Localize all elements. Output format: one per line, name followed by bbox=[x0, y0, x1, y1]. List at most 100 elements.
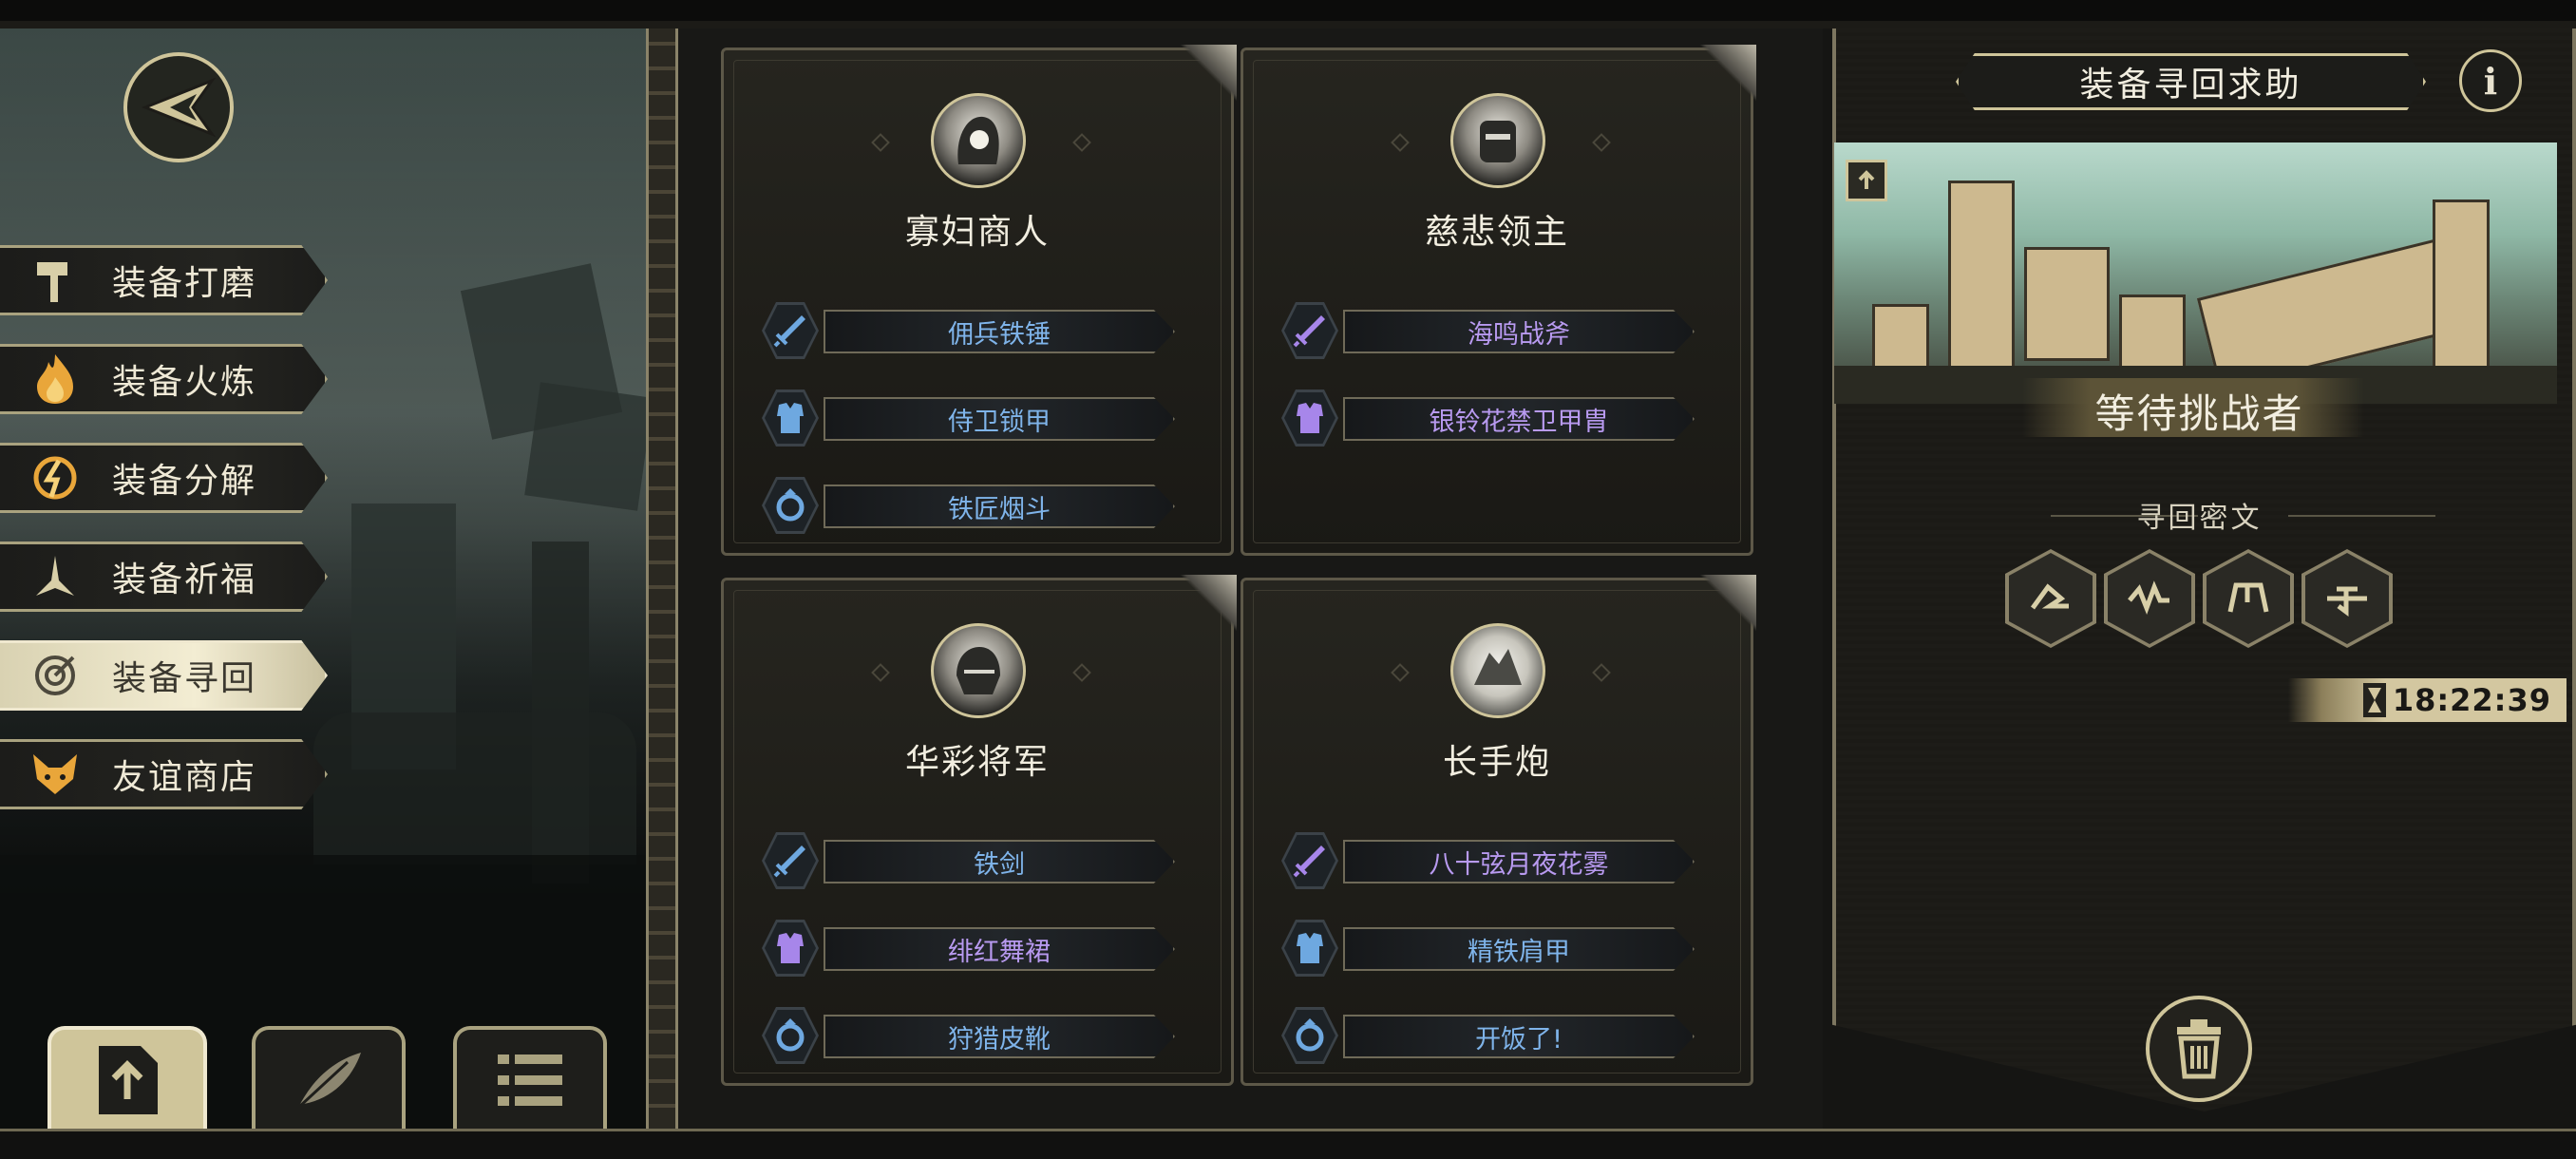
rune-3-icon bbox=[2227, 582, 2269, 613]
ring-icon bbox=[762, 1007, 819, 1064]
armor-icon bbox=[762, 920, 819, 977]
equip-name: 开饭了! bbox=[1343, 1015, 1695, 1058]
ring-icon bbox=[762, 477, 819, 534]
equip-slot[interactable]: 佣兵铁锤 bbox=[762, 302, 1180, 359]
sword-icon bbox=[1281, 832, 1338, 889]
equip-name: 银铃花禁卫甲胄 bbox=[1343, 397, 1695, 441]
menu-item-forge[interactable]: 装备火炼 bbox=[0, 344, 328, 414]
timer-value: 18:22:39 bbox=[2392, 682, 2551, 718]
retrieval-cards-grid: 寡妇商人 佣兵铁锤 侍卫锁甲 铁匠烟斗 慈悲领主 海鸣战斧 银铃花禁卫甲胄 华彩… bbox=[678, 28, 1823, 1129]
card-corner-fold bbox=[1180, 575, 1237, 632]
sword-icon bbox=[762, 302, 819, 359]
retrieval-help-panel: 装备寻回求助 i 等待挑战者 寻回密文 18:22:39 bbox=[1823, 28, 2576, 1129]
equip-name: 精铁肩甲 bbox=[1343, 927, 1695, 971]
ornament-diamond bbox=[1391, 133, 1410, 152]
ornament-diamond bbox=[1592, 663, 1611, 682]
menu-item-pray[interactable]: 装备祈福 bbox=[0, 542, 328, 612]
boss-portrait bbox=[1450, 623, 1545, 718]
armor-icon bbox=[762, 390, 819, 446]
menu-item-disassemble[interactable]: 装备分解 bbox=[0, 443, 328, 513]
rune-4-icon bbox=[2327, 586, 2367, 617]
equip-slot[interactable]: 绯红舞裙 bbox=[762, 920, 1180, 977]
boss-name: 华彩将军 bbox=[904, 743, 1050, 782]
equip-slot[interactable]: 侍卫锁甲 bbox=[762, 390, 1180, 446]
equip-name: 铁剑 bbox=[824, 840, 1175, 884]
boss-card-merciful-lord[interactable]: 慈悲领主 海鸣战斧 银铃花禁卫甲胄 bbox=[1241, 45, 1756, 556]
list-icon bbox=[498, 1054, 562, 1106]
ornamental-divider bbox=[646, 28, 678, 1129]
menu-item-label: 友谊商店 bbox=[112, 758, 257, 797]
armor-icon bbox=[1281, 920, 1338, 977]
equip-slot[interactable]: 银铃花禁卫甲胄 bbox=[1281, 390, 1699, 446]
boss-card-splendid-general[interactable]: 华彩将军 铁剑 绯红舞裙 狩猎皮靴 bbox=[721, 575, 1237, 1086]
ornament-diamond bbox=[1391, 663, 1410, 682]
menu-item-label: 装备寻回 bbox=[112, 659, 257, 698]
cipher-divider-right bbox=[2288, 515, 2435, 517]
equip-slot[interactable]: 铁剑 bbox=[762, 832, 1180, 889]
upload-arrow-icon bbox=[1858, 170, 1875, 189]
boss-name: 长手炮 bbox=[1442, 743, 1551, 782]
card-corner-fold bbox=[1699, 45, 1756, 102]
equip-name: 绯红舞裙 bbox=[824, 927, 1175, 971]
sword-icon bbox=[1281, 302, 1338, 359]
upload-icon bbox=[99, 1046, 158, 1114]
back-button[interactable] bbox=[123, 52, 234, 162]
target-icon bbox=[27, 647, 84, 704]
boss-portrait bbox=[931, 93, 1026, 188]
disassemble-icon bbox=[27, 449, 84, 506]
boss-card-widow-merchant[interactable]: 寡妇商人 佣兵铁锤 侍卫锁甲 铁匠烟斗 bbox=[721, 45, 1237, 556]
equip-name: 铁匠烟斗 bbox=[824, 484, 1175, 528]
equip-slot[interactable]: 铁匠烟斗 bbox=[762, 477, 1180, 534]
boss-portrait bbox=[931, 623, 1026, 718]
equip-slot[interactable]: 海鸣战斧 bbox=[1281, 302, 1699, 359]
rune-2-icon bbox=[2128, 580, 2169, 616]
ornament-diamond bbox=[1072, 663, 1091, 682]
panel-title: 装备寻回求助 bbox=[1956, 53, 2426, 110]
trash-icon bbox=[2177, 1019, 2221, 1079]
equip-slot[interactable]: 八十弦月夜花雾 bbox=[1281, 832, 1699, 889]
menu-item-label: 装备火炼 bbox=[112, 363, 257, 402]
menu-item-label: 装备祈福 bbox=[112, 560, 257, 599]
tab-upload[interactable] bbox=[47, 1026, 207, 1130]
equip-slot[interactable]: 精铁肩甲 bbox=[1281, 920, 1699, 977]
equip-name: 侍卫锁甲 bbox=[824, 397, 1175, 441]
tab-feather[interactable] bbox=[252, 1026, 406, 1130]
cipher-title: 寻回密文 bbox=[2136, 502, 2263, 535]
boss-card-long-arm-cannon[interactable]: 长手炮 八十弦月夜花雾 精铁肩甲 开饭了! bbox=[1241, 575, 1756, 1086]
equip-slot[interactable]: 狩猎皮靴 bbox=[762, 1007, 1180, 1064]
menu-item-friendship-shop[interactable]: 友谊商店 bbox=[0, 739, 328, 809]
boss-name: 寡妇商人 bbox=[904, 213, 1050, 252]
menu-item-retrieve[interactable]: 装备寻回 bbox=[0, 640, 328, 711]
fox-icon bbox=[27, 746, 84, 803]
menu-item-label: 装备分解 bbox=[112, 462, 257, 501]
equip-name: 狩猎皮靴 bbox=[824, 1015, 1175, 1058]
ornament-diamond bbox=[1072, 133, 1091, 152]
feather-icon bbox=[296, 1053, 361, 1110]
challenge-scene-image bbox=[1834, 142, 2557, 404]
flame-icon bbox=[27, 351, 84, 408]
menu-item-label: 装备打磨 bbox=[112, 264, 257, 303]
card-corner-fold bbox=[1180, 45, 1237, 102]
ornament-diamond bbox=[871, 663, 890, 682]
hourglass-icon bbox=[2362, 683, 2386, 717]
menu-item-polish[interactable]: 装备打磨 bbox=[0, 245, 328, 315]
hammer-icon bbox=[27, 252, 84, 309]
equip-slot[interactable]: 开饭了! bbox=[1281, 1007, 1699, 1064]
boss-name: 慈悲领主 bbox=[1424, 213, 1569, 252]
pray-icon bbox=[27, 548, 84, 605]
tab-list[interactable] bbox=[453, 1026, 607, 1130]
discard-button[interactable] bbox=[2146, 996, 2252, 1102]
ring-icon bbox=[1281, 1007, 1338, 1064]
rune-1-icon bbox=[2030, 583, 2069, 610]
equip-name: 八十弦月夜花雾 bbox=[1343, 840, 1695, 884]
boss-portrait bbox=[1450, 93, 1545, 188]
armor-icon bbox=[1281, 390, 1338, 446]
ornament-diamond bbox=[871, 133, 890, 152]
back-arrow-icon bbox=[142, 77, 216, 138]
equip-name: 海鸣战斧 bbox=[1343, 310, 1695, 353]
info-button[interactable]: i bbox=[2459, 49, 2522, 112]
equip-name: 佣兵铁锤 bbox=[824, 310, 1175, 353]
sword-icon bbox=[762, 832, 819, 889]
scene-upload-badge bbox=[1846, 160, 1887, 201]
card-corner-fold bbox=[1699, 575, 1756, 632]
